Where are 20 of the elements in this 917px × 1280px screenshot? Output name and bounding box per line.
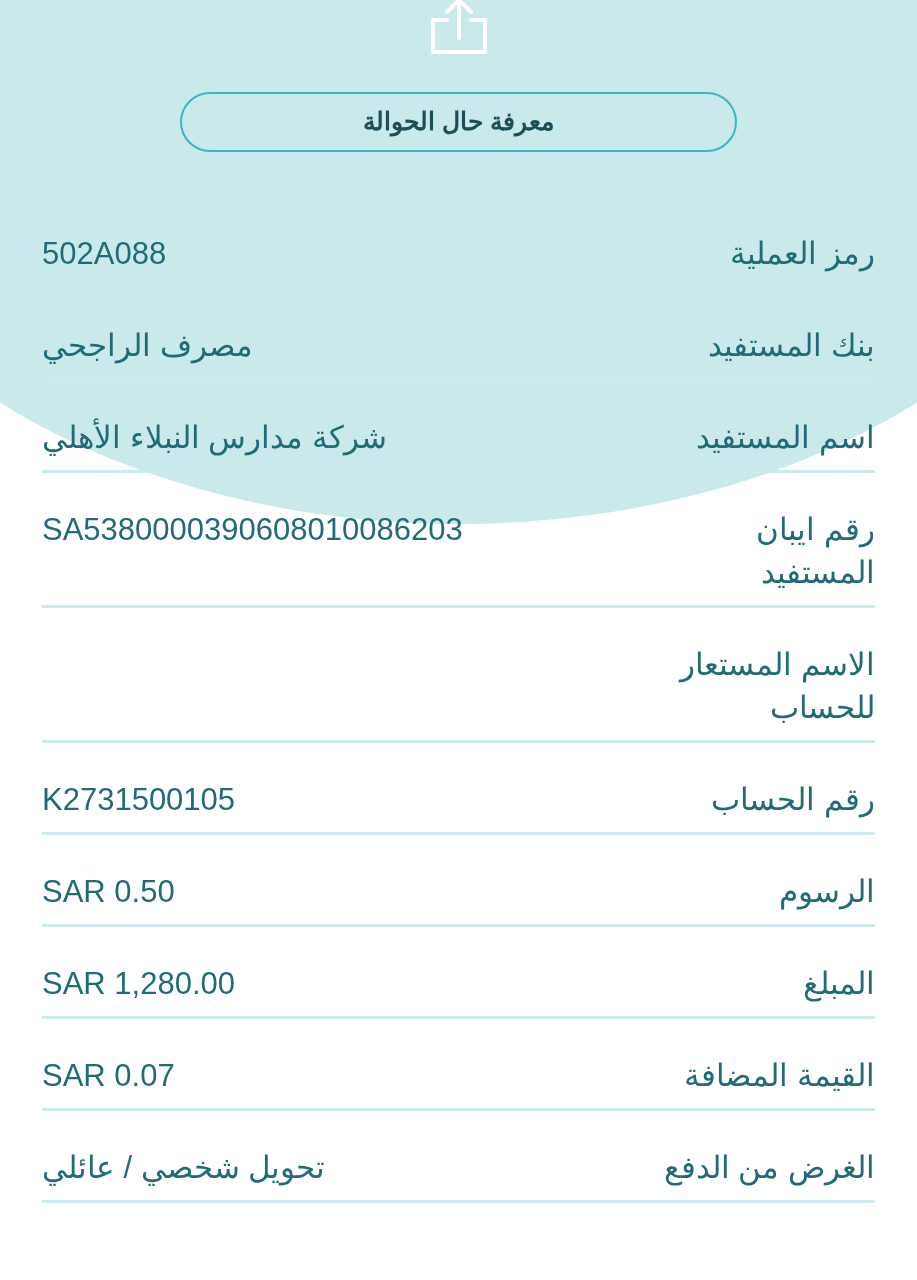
detail-value: 502A088 (42, 235, 167, 273)
detail-label: اسم المستفيد (696, 419, 875, 458)
detail-label: القيمة المضافة (684, 1057, 875, 1095)
detail-label: الرسوم (779, 873, 875, 912)
detail-label: رقم الحساب (711, 781, 875, 820)
detail-value: SAR 1,280.00 (42, 965, 236, 1003)
detail-value: SA5380000390608010086203 (42, 511, 463, 549)
detail-label: رقم ايبان المستفيد (755, 511, 875, 592)
detail-value: مصرف الراجحي (42, 327, 253, 366)
detail-value: SAR 0.50 (42, 873, 175, 911)
detail-label: الاسم المستعار للحساب (677, 646, 875, 727)
detail-value: SAR 0.07 (42, 1057, 175, 1095)
transfer-status-button[interactable]: معرفة حال الحوالة (180, 92, 737, 152)
detail-value: تحويل شخصي / عائلي (42, 1149, 326, 1188)
detail-value: شركة مدارس النبلاء الأهلي (42, 417, 387, 458)
detail-label: رمز العملية (730, 235, 875, 274)
detail-label: المبلغ (803, 965, 875, 1004)
detail-value: K2731500105 (42, 781, 236, 819)
detail-label: الغرض من الدفع (663, 1149, 875, 1188)
detail-label: بنك المستفيد (708, 327, 875, 365)
